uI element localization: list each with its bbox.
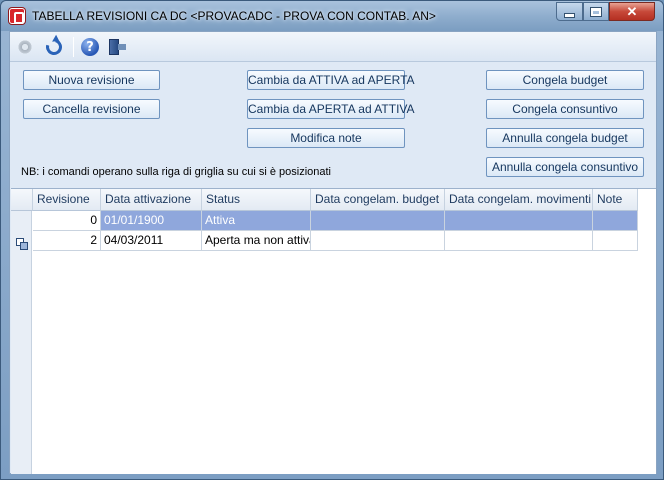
- column-header-data-congelam-budget[interactable]: Data congelam. budget: [311, 189, 445, 211]
- current-row-icon: [16, 238, 28, 250]
- modifica-note-button[interactable]: Modifica note: [247, 128, 405, 148]
- app-icon[interactable]: [9, 8, 25, 24]
- annulla-congela-consuntivo-button[interactable]: Annulla congela consuntivo: [486, 157, 644, 177]
- table-cell-note[interactable]: [593, 211, 638, 231]
- grid-corner: [11, 189, 33, 211]
- toolbar-separator: [73, 37, 74, 57]
- maximize-button[interactable]: [583, 2, 609, 21]
- nuova-revisione-button[interactable]: Nuova revisione: [23, 70, 160, 90]
- table-cell-status[interactable]: Aperta ma non attiva: [202, 231, 311, 251]
- toolbar: ?: [10, 32, 656, 62]
- minimize-button[interactable]: [556, 2, 583, 21]
- table-cell-revisione[interactable]: 2: [33, 231, 101, 251]
- cancella-revisione-button[interactable]: Cancella revisione: [23, 99, 160, 119]
- table-cell-data-congelam-budget[interactable]: [311, 231, 445, 251]
- cambia-attiva-aperta-button[interactable]: Cambia da ATTIVA ad APERTA: [247, 70, 415, 90]
- table-cell-data-congelam-movimenti[interactable]: [445, 211, 593, 231]
- column-header-revisione[interactable]: Revisione: [33, 189, 101, 211]
- close-button[interactable]: ✕: [609, 2, 655, 21]
- minimize-icon: [565, 13, 574, 17]
- row-header-column: [11, 189, 32, 474]
- gear-button[interactable]: [14, 36, 36, 58]
- table-cell-data-congelam-movimenti[interactable]: [445, 231, 593, 251]
- table-cell-data-congelam-budget[interactable]: [311, 211, 445, 231]
- usage-note: NB: i comandi operano sulla riga di grig…: [21, 166, 331, 178]
- column-header-data-attivazione[interactable]: Data attivazione: [101, 189, 202, 211]
- table-cell-status[interactable]: Attiva: [202, 211, 311, 231]
- gear-icon: [18, 40, 32, 54]
- exit-icon: [108, 38, 126, 56]
- table-cell-data-attivazione[interactable]: 04/03/2011: [101, 231, 202, 251]
- help-icon: ?: [81, 38, 99, 56]
- annulla-congela-budget-button[interactable]: Annulla congela budget: [486, 128, 644, 148]
- client-area: ? Nuova revisione Cancella revisione Cam…: [9, 31, 657, 474]
- table-cell-data-attivazione[interactable]: 01/01/1900: [101, 211, 202, 231]
- column-header-status[interactable]: Status: [202, 189, 311, 211]
- refresh-icon: [43, 36, 65, 58]
- close-icon: ✕: [626, 3, 638, 19]
- congela-budget-button[interactable]: Congela budget: [486, 70, 644, 90]
- exit-button[interactable]: [106, 36, 128, 58]
- cambia-aperta-attiva-button[interactable]: Cambia da APERTA ad ATTIVA: [247, 99, 415, 119]
- table-cell-revisione[interactable]: 0: [33, 211, 101, 231]
- title-bar[interactable]: TABELLA REVISIONI CA DC <PROVACADC - PRO…: [1, 1, 663, 31]
- revisions-grid[interactable]: Revisione Data attivazione Status Data c…: [11, 188, 656, 474]
- congela-consuntivo-button[interactable]: Congela consuntivo: [486, 99, 644, 119]
- maximize-icon: [591, 7, 601, 16]
- refresh-button[interactable]: [43, 36, 65, 58]
- help-button[interactable]: ?: [79, 36, 101, 58]
- window-title: TABELLA REVISIONI CA DC <PROVACADC - PRO…: [32, 9, 436, 23]
- column-header-data-congelam-movimenti[interactable]: Data congelam. movimenti: [445, 189, 593, 211]
- table-cell-note[interactable]: [593, 231, 638, 251]
- column-header-note[interactable]: Note: [593, 189, 638, 211]
- main-window: TABELLA REVISIONI CA DC <PROVACADC - PRO…: [0, 0, 664, 480]
